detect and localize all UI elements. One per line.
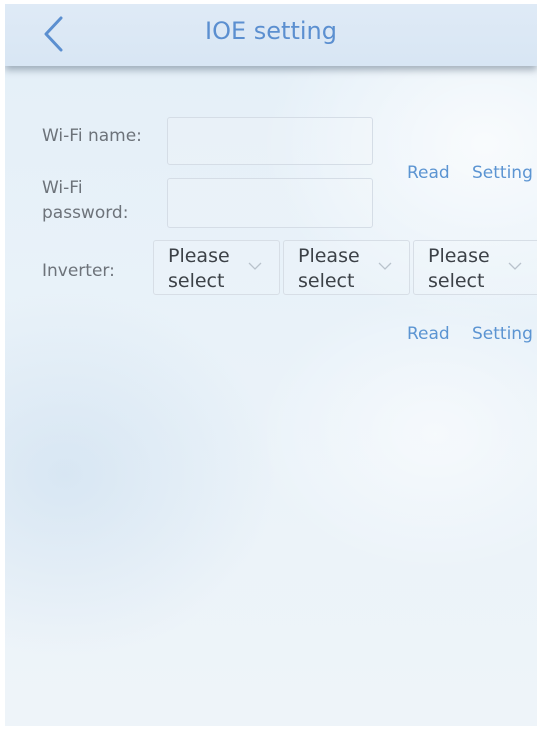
wifi-name-input[interactable] [167, 117, 373, 165]
chevron-down-icon [378, 262, 392, 270]
inverter-label: Inverter: [42, 261, 115, 281]
wifi-setting-link[interactable]: Setting [472, 163, 533, 183]
ioe-setting-screen: IOE setting Wi-Fi name: Wi-Fi password: … [5, 4, 537, 726]
inverter-select-2-text: Please select [298, 245, 360, 292]
wifi-read-link[interactable]: Read [407, 163, 450, 183]
inverter-select-1-text: Please select [168, 245, 230, 292]
wifi-password-label-line2: password: [42, 203, 129, 223]
wifi-password-label-line1: Wi-Fi [42, 178, 83, 198]
inverter-select-2[interactable]: Please select [283, 240, 410, 295]
inverter-select-3-text: Please select [428, 245, 490, 292]
inverter-select-3[interactable]: Please select [413, 240, 537, 295]
wifi-name-label: Wi-Fi name: [42, 126, 142, 146]
inverter-select-1[interactable]: Please select [153, 240, 280, 295]
inverter-setting-link[interactable]: Setting [472, 324, 533, 344]
chevron-down-icon [508, 262, 522, 270]
page-title: IOE setting [205, 17, 337, 45]
inverter-read-link[interactable]: Read [407, 324, 450, 344]
chevron-down-icon [248, 262, 262, 270]
header-bar: IOE setting [5, 4, 537, 66]
wifi-password-input[interactable] [167, 178, 373, 228]
